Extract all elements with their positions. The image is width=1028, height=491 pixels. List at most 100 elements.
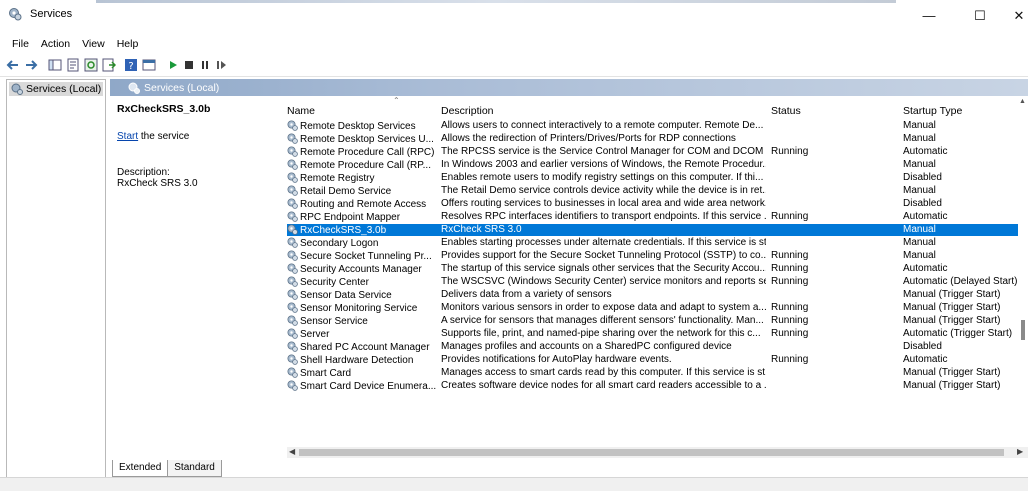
- scroll-right-icon[interactable]: ▶: [1017, 447, 1023, 456]
- service-name-cell: Shell Hardware Detection: [287, 354, 437, 367]
- service-row[interactable]: Server Supports file, print, and named-pi…: [287, 328, 1028, 340]
- service-description: Enables remote users to modify registry …: [441, 172, 764, 183]
- scroll-left-icon[interactable]: ◀: [289, 447, 295, 456]
- service-name: Smart Card: [300, 368, 352, 379]
- service-row[interactable]: Remote Procedure Call (RP... In Windows 2…: [287, 159, 1028, 171]
- menu-help[interactable]: Help: [111, 36, 145, 54]
- column-header-status-label: Status: [771, 105, 801, 117]
- service-row[interactable]: Retail Demo Service The Retail Demo servi…: [287, 185, 1028, 197]
- horizontal-scrollbar[interactable]: ◀ ▶: [287, 447, 1028, 458]
- service-status: Running: [771, 302, 809, 313]
- column-header-name[interactable]: Name: [287, 96, 437, 120]
- menu-file[interactable]: File: [6, 36, 35, 54]
- back-arrow-icon[interactable]: [6, 58, 20, 72]
- service-row[interactable]: Security Center The WSCSVC (Windows Secur…: [287, 276, 1028, 288]
- service-description: In Windows 2003 and earlier versions of …: [441, 159, 766, 170]
- service-name-cell: Routing and Remote Access: [287, 198, 437, 211]
- service-description: Creates software device nodes for all sm…: [441, 380, 766, 391]
- menu-action[interactable]: Action: [35, 36, 76, 54]
- service-gear-icon: [287, 133, 298, 144]
- service-name: Sensor Service: [300, 316, 368, 327]
- service-name: RPC Endpoint Mapper: [300, 212, 401, 223]
- service-row[interactable]: Remote Desktop Services U... Allows the r…: [287, 133, 1028, 145]
- service-row[interactable]: Sensor Service A service for sensors that…: [287, 315, 1028, 327]
- forward-arrow-icon[interactable]: [24, 58, 38, 72]
- title-bar-strip: [96, 0, 896, 3]
- window-title: Services: [30, 8, 73, 20]
- maximize-button[interactable]: ☐: [965, 6, 995, 26]
- restart-service-icon[interactable]: [214, 58, 228, 72]
- start-service-link[interactable]: Start: [117, 131, 138, 142]
- close-button[interactable]: ✕: [1004, 6, 1028, 26]
- service-name: Shared PC Account Manager: [300, 342, 430, 353]
- console-tree-icon[interactable]: [48, 58, 62, 72]
- column-header-description[interactable]: Description: [441, 96, 766, 120]
- tree-item-services-local[interactable]: Services (Local): [9, 82, 103, 96]
- status-bar: [0, 477, 1028, 491]
- service-gear-icon: [287, 302, 298, 313]
- service-gear-icon: [287, 354, 298, 365]
- service-row[interactable]: Secondary Logon Enables starting processe…: [287, 237, 1028, 249]
- service-row[interactable]: Smart Card Device Enumera... Creates soft…: [287, 380, 1028, 392]
- service-startup-type: Automatic (Delayed Start): [903, 276, 1018, 287]
- service-gear-icon: [287, 328, 298, 339]
- service-row[interactable]: Remote Registry Enables remote users to m…: [287, 172, 1028, 184]
- service-description: Enables starting processes under alterna…: [441, 237, 766, 248]
- service-row[interactable]: Remote Desktop Services Allows users to c…: [287, 120, 1028, 132]
- service-gear-icon: [287, 159, 298, 170]
- service-row[interactable]: Sensor Monitoring Service Monitors variou…: [287, 302, 1028, 314]
- service-description: Resolves RPC interfaces identifiers to t…: [441, 211, 766, 222]
- service-startup-type: Disabled: [903, 172, 942, 183]
- service-row[interactable]: Smart Card Manages access to smart cards …: [287, 367, 1028, 379]
- service-description: Allows the redirection of Printers/Drive…: [441, 133, 736, 144]
- minimize-button[interactable]: —: [914, 6, 944, 26]
- show-hide-pane-icon[interactable]: [142, 58, 156, 72]
- help-icon[interactable]: ?: [124, 58, 138, 72]
- service-startup-type: Disabled: [903, 198, 942, 209]
- title-bar: Services — ☐ ✕: [0, 0, 1028, 34]
- properties-sheet-icon[interactable]: [66, 58, 80, 72]
- services-gear-icon: [128, 82, 140, 94]
- vertical-scroll-thumb[interactable]: [1021, 320, 1025, 340]
- service-row[interactable]: Remote Procedure Call (RPC) The RPCSS ser…: [287, 146, 1028, 158]
- refresh-icon[interactable]: [84, 58, 98, 72]
- service-row[interactable]: Shared PC Account Manager Manages profile…: [287, 341, 1028, 353]
- description-value: RxCheck SRS 3.0: [117, 178, 198, 189]
- tab-extended[interactable]: Extended: [112, 460, 169, 477]
- pause-service-icon[interactable]: [198, 58, 212, 72]
- service-row[interactable]: Sensor Data Service Delivers data from a …: [287, 289, 1028, 301]
- service-gear-icon: [287, 211, 298, 222]
- service-name: Remote Procedure Call (RPC): [300, 147, 435, 158]
- selected-service-title: RxCheckSRS_3.0b: [117, 103, 211, 115]
- horizontal-scroll-thumb[interactable]: [299, 449, 1004, 456]
- service-name: Remote Registry: [300, 173, 375, 184]
- service-name: Secondary Logon: [300, 238, 379, 249]
- service-name: Security Accounts Manager: [300, 264, 422, 275]
- vertical-scrollbar[interactable]: ▲ ▼: [1018, 96, 1028, 461]
- service-row[interactable]: Routing and Remote Access Offers routing …: [287, 198, 1028, 210]
- column-header-name-label: Name: [287, 105, 316, 117]
- service-startup-type: Automatic: [903, 211, 948, 222]
- service-name: Shell Hardware Detection: [300, 355, 414, 366]
- service-name: Server: [300, 329, 330, 340]
- start-service-icon[interactable]: [166, 58, 180, 72]
- service-row[interactable]: RPC Endpoint Mapper Resolves RPC interfac…: [287, 211, 1028, 223]
- column-header-status[interactable]: Status: [771, 96, 871, 120]
- scroll-up-icon[interactable]: ▲: [1019, 98, 1026, 105]
- tab-standard[interactable]: Standard: [167, 460, 222, 477]
- service-row[interactable]: Security Accounts Manager The startup of …: [287, 263, 1028, 275]
- service-description: Manages access to smart cards read by th…: [441, 367, 766, 378]
- service-name-cell: Server: [287, 328, 437, 341]
- service-row[interactable]: Shell Hardware Detection Provides notific…: [287, 354, 1028, 366]
- service-startup-type: Manual (Trigger Start): [903, 289, 1001, 300]
- service-row[interactable]: RxCheckSRS_3.0b RxCheck SRS 3.0 Manual: [287, 224, 1028, 236]
- service-startup-type: Manual: [903, 237, 936, 248]
- stop-service-icon[interactable]: [182, 58, 196, 72]
- export-list-icon[interactable]: [102, 58, 116, 72]
- service-status: Running: [771, 211, 809, 222]
- service-startup-type: Automatic: [903, 263, 948, 274]
- column-header-startup-type[interactable]: Startup Type: [903, 96, 1028, 120]
- service-name: Retail Demo Service: [300, 186, 392, 197]
- service-row[interactable]: Secure Socket Tunneling Pr... Provides su…: [287, 250, 1028, 262]
- menu-view[interactable]: View: [76, 36, 111, 54]
